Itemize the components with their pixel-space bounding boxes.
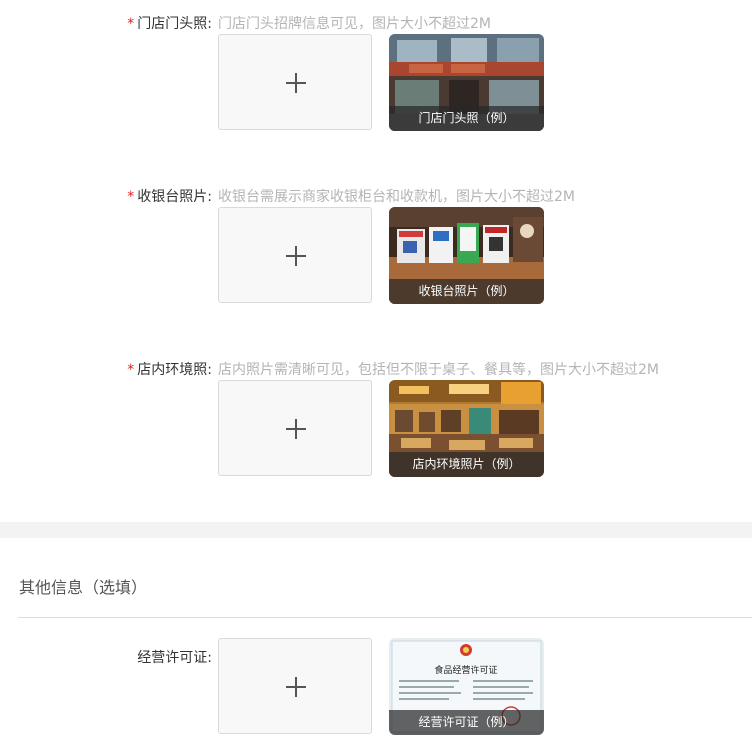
upload-button-cashier[interactable] [218,207,372,303]
upload-row-cashier: * 收银台照片: 收银台需展示商家收银柜台和收款机，图片大小不超过2M 收银台照片… [0,187,752,317]
example-caption: 店内环境照片（例） [389,452,544,477]
field-hint: 店内照片需清晰可见，包括但不限于桌子、餐具等，图片大小不超过2M [218,362,659,378]
example-image-license: 食品经营许可证 经营许可证（例） [389,638,544,735]
license-title: 食品经营许可证 [434,664,497,676]
example-image-storefront: 门店门头照（例） [389,34,544,131]
field-label-text: 收银台照片: [137,189,212,205]
example-caption: 门店门头照（例） [389,106,544,131]
upload-button-interior[interactable] [218,380,372,476]
example-caption: 收银台照片（例） [389,279,544,304]
plus-icon-vertical [295,246,297,266]
upload-row-interior: * 店内环境照: 店内照片需清晰可见，包括但不限于桌子、餐具等，图片大小不超过2M… [0,360,752,490]
label-line: * 收银台照片: 收银台需展示商家收银柜台和收款机，图片大小不超过2M [0,187,752,207]
label-line: 经营许可证: [0,648,752,668]
example-image-interior: 店内环境照片（例） [389,380,544,477]
example-image-cashier: 收银台照片（例） [389,207,544,304]
field-label: 经营许可证: [137,650,212,666]
plus-icon-vertical [295,419,297,439]
upload-row-license: 经营许可证: 食品经营许可证 经营许可证（例） [0,618,752,750]
label-line: * 店内环境照: 店内照片需清晰可见，包括但不限于桌子、餐具等，图片大小不超过2M [0,360,752,380]
field-label-text: 店内环境照: [137,362,212,378]
example-caption: 经营许可证（例） [389,710,544,735]
field-hint: 收银台需展示商家收银柜台和收款机，图片大小不超过2M [218,189,575,205]
field-label: * 门店门头照: [127,14,212,34]
section-divider [0,522,752,538]
required-mark: * [127,16,135,32]
required-mark: * [127,189,135,205]
field-label: * 店内环境照: [127,360,212,380]
upload-button-license[interactable] [218,638,372,734]
section-title-other-info: 其他信息（选填） [19,578,148,597]
upload-button-storefront[interactable] [218,34,372,130]
label-line: * 门店门头照: 门店门头招牌信息可见，图片大小不超过2M [0,14,752,34]
required-mark: * [127,362,135,378]
plus-icon-vertical [295,677,297,697]
field-label: * 收银台照片: [127,187,212,207]
field-label-text: 门店门头照: [137,16,212,32]
field-hint: 门店门头招牌信息可见，图片大小不超过2M [218,16,491,32]
upload-row-storefront: * 门店门头照: 门店门头招牌信息可见，图片大小不超过2M 门店门头照（例） [0,14,752,144]
plus-icon-vertical [295,73,297,93]
